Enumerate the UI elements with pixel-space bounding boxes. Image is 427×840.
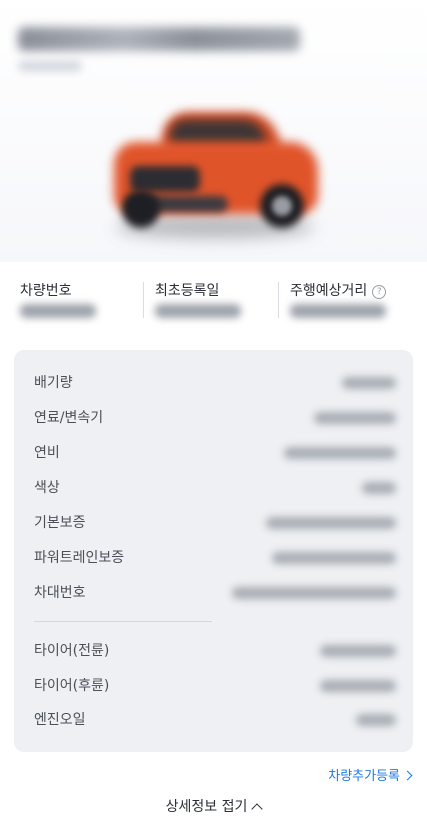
detail-label: 타이어(후륜): [34, 678, 110, 694]
detail-value-redacted: [272, 552, 396, 564]
detail-value-redacted: [284, 447, 396, 459]
question-circle-icon[interactable]: ?: [372, 285, 387, 299]
detail-row-vin: 차대번호: [34, 580, 396, 604]
detail-row-tire-front: 타이어(전륜): [34, 638, 396, 662]
vehicle-hero: [0, 0, 427, 262]
chevron-up-icon: [251, 803, 264, 815]
expected-mileage-label: 주행예상거리: [290, 283, 368, 299]
detail-label: 차대번호: [34, 585, 86, 601]
detail-value-redacted: [362, 482, 396, 494]
vehicle-detail-page: 차량번호 최초등록일 주행예상거리? 배기량 연료/변속기 연비 색상 기본보증…: [0, 0, 427, 840]
chevron-right-icon: [402, 770, 413, 781]
detail-label: 엔진오일: [34, 712, 86, 728]
vehicle-model-title-redacted: [18, 27, 300, 51]
first-registration-label: 최초등록일: [155, 283, 220, 299]
detail-row-displacement: 배기량: [34, 370, 396, 394]
summary-divider: [143, 282, 144, 318]
detail-row-engine-oil: 엔진오일: [34, 707, 396, 731]
plate-value-redacted: [20, 304, 96, 318]
detail-value-redacted: [342, 377, 396, 389]
detail-value-redacted: [266, 517, 396, 529]
detail-label: 기본보증: [34, 515, 86, 531]
summary-divider: [278, 282, 279, 318]
detail-value-redacted: [320, 680, 396, 692]
detail-label: 연료/변속기: [34, 410, 104, 426]
detail-label: 파워트레인보증: [34, 550, 125, 566]
detail-label: 색상: [34, 480, 60, 496]
add-vehicle-label: 차량추가등록: [328, 769, 400, 784]
vehicle-summary: 차량번호 최초등록일 주행예상거리?: [0, 272, 427, 332]
add-vehicle-link[interactable]: 차량추가등록: [328, 765, 413, 784]
details-divider: [34, 621, 212, 622]
summary-plate: 차량번호: [20, 272, 138, 332]
vehicle-image: [108, 104, 322, 246]
vehicle-details-card: 배기량 연료/변속기 연비 색상 기본보증 파워트레인보증 차대번호 타이어(전…: [14, 350, 413, 752]
first-registration-value-redacted: [155, 304, 241, 318]
plate-label: 차량번호: [20, 283, 72, 299]
detail-value-redacted: [356, 714, 396, 726]
detail-label: 배기량: [34, 375, 73, 391]
summary-first-registration: 최초등록일: [155, 272, 273, 332]
detail-row-basic-warranty: 기본보증: [34, 510, 396, 534]
summary-expected-mileage: 주행예상거리?: [290, 272, 420, 332]
detail-label: 타이어(전륜): [34, 643, 110, 659]
detail-value-redacted: [314, 412, 396, 424]
detail-row-color: 색상: [34, 475, 396, 499]
detail-row-tire-rear: 타이어(후륜): [34, 673, 396, 697]
vehicle-subtitle-redacted: [18, 60, 82, 72]
detail-label: 연비: [34, 445, 60, 461]
detail-value-redacted: [232, 587, 396, 599]
collapse-details-button[interactable]: 상세정보 접기: [0, 796, 427, 816]
collapse-details-label: 상세정보 접기: [165, 799, 248, 815]
detail-row-fuel-transmission: 연료/변속기: [34, 405, 396, 429]
detail-value-redacted: [320, 645, 396, 657]
detail-row-powertrain-warranty: 파워트레인보증: [34, 545, 396, 569]
detail-row-fuel-efficiency: 연비: [34, 440, 396, 464]
expected-mileage-value-redacted: [290, 304, 386, 318]
